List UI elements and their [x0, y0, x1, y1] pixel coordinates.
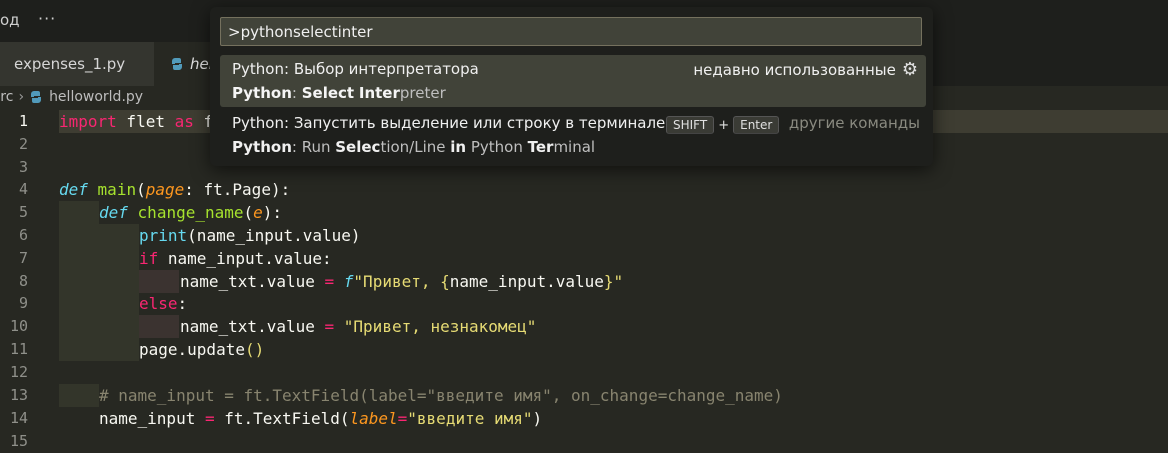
indent-guide: [59, 270, 139, 293]
code-line: 10 name_txt.value = "Привет, незнакомец": [0, 315, 1168, 338]
code-line: 13 # name_input = ft.TextField(label="вв…: [0, 384, 1168, 407]
code-text: name_input = ft.TextField(label="введите…: [99, 409, 543, 428]
code-text: if name_input.value:: [139, 249, 332, 268]
indent-guide: [59, 315, 139, 338]
indent-guide: [59, 338, 139, 361]
code-text: else:: [139, 294, 188, 313]
key-enter: Enter: [733, 116, 780, 134]
indent-guide: [139, 315, 179, 338]
line-number: 7: [18, 249, 28, 267]
indent-guide: [59, 384, 99, 407]
more-menu-button[interactable]: ···: [38, 9, 56, 28]
command-palette-input-box: [220, 17, 922, 46]
line-number: 5: [18, 203, 28, 221]
key-plus: +: [718, 117, 730, 133]
tab-label: expenses_1.py: [14, 55, 126, 73]
code-line: 14 name_input = ft.TextField(label="введ…: [0, 407, 1168, 430]
code-text: def change_name(e):: [99, 203, 283, 222]
python-file-icon: [170, 57, 184, 71]
palette-item-subtitle: Python: Select Interpreter: [232, 84, 446, 102]
chevron-right-icon: ›: [18, 89, 25, 105]
palette-item-tag: недавно использованные ⚙: [693, 59, 918, 80]
line-number: 3: [18, 158, 28, 176]
line-number: 14: [9, 409, 28, 427]
command-palette-input[interactable]: [221, 18, 921, 45]
code-line: 5 def change_name(e):: [0, 201, 1168, 224]
palette-item-title: Python: Выбор интерпретатора: [232, 60, 479, 78]
code-text: page.update(): [139, 340, 265, 359]
menu-item-partial[interactable]: од: [0, 11, 20, 29]
palette-item-subtitle: Python: Run Selection/Line in Python Ter…: [232, 138, 596, 156]
key-shift: SHIFT: [666, 116, 715, 134]
breadcrumb-folder[interactable]: src: [0, 89, 13, 105]
code-line: 9 else:: [0, 292, 1168, 315]
line-number: 2: [18, 135, 28, 153]
python-file-icon: [29, 90, 43, 104]
indent-guide: [59, 201, 99, 224]
command-palette: Python: Выбор интерпретатора недавно исп…: [210, 7, 933, 166]
recently-used-label: недавно использованные: [693, 60, 896, 79]
breadcrumb-file[interactable]: helloworld.py: [49, 89, 143, 105]
indent-guide: [59, 247, 139, 270]
code-text: name_txt.value = "Привет, незнакомец": [180, 317, 537, 336]
code-line: 6 print(name_input.value): [0, 224, 1168, 247]
code-line: 8 name_txt.value = f"Привет, {name_input…: [0, 270, 1168, 293]
code-line: 11 page.update(): [0, 338, 1168, 361]
code-text: name_txt.value = f"Привет, {name_input.v…: [180, 272, 624, 291]
line-number: 11: [9, 340, 28, 358]
line-number: 12: [9, 363, 28, 381]
line-number: 6: [18, 226, 28, 244]
code-text: print(name_input.value): [139, 226, 361, 245]
line-number: 1: [18, 112, 28, 130]
line-number: 10: [9, 317, 28, 335]
tab-expenses[interactable]: expenses_1.py: [0, 42, 154, 86]
code-line: 15: [0, 430, 1168, 453]
line-number: 4: [18, 180, 28, 198]
code-line: 4 def main(page: ft.Page):: [0, 178, 1168, 201]
code-text: def main(page: ft.Page):: [59, 180, 291, 199]
indent-guide: [59, 292, 139, 315]
code-text: import flet as f: [59, 112, 214, 131]
line-number: 15: [9, 432, 28, 450]
palette-item-run-selection[interactable]: Python: Запустить выделение или строку в…: [220, 109, 926, 161]
code-line: 7 if name_input.value:: [0, 247, 1168, 270]
palette-item-title: Python: Запустить выделение или строку в…: [232, 114, 685, 132]
gear-icon[interactable]: ⚙: [902, 59, 918, 80]
code-line: 12: [0, 361, 1168, 384]
indent-guide: [59, 224, 139, 247]
indent-guide: [139, 270, 179, 293]
line-number: 9: [18, 294, 28, 312]
line-number: 8: [18, 272, 28, 290]
palette-item-select-interpreter[interactable]: Python: Выбор интерпретатора недавно исп…: [220, 55, 926, 107]
code-comment: # name_input = ft.TextField(label="введи…: [99, 386, 783, 405]
other-commands-label: другие команды: [788, 114, 920, 132]
keybinding: SHIFT + Enter: [666, 116, 780, 134]
line-number: 13: [9, 386, 28, 404]
